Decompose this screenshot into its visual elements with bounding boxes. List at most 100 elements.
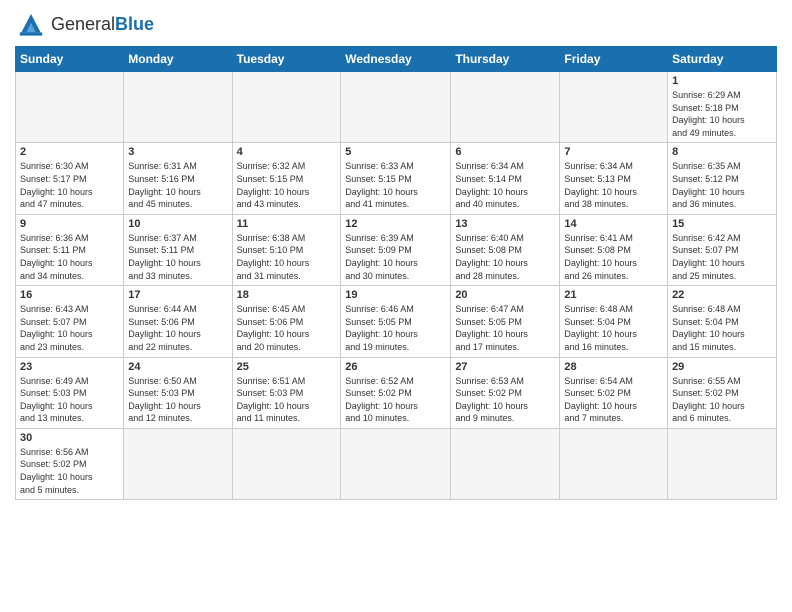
day-number: 3 — [128, 146, 227, 158]
calendar: SundayMondayTuesdayWednesdayThursdayFrid… — [15, 46, 777, 500]
day-info: Sunrise: 6:50 AM Sunset: 5:03 PM Dayligh… — [128, 375, 227, 425]
day-cell: 19 Sunrise: 6:46 AM Sunset: 5:05 PM Dayli… — [341, 286, 451, 357]
day-cell: 21 Sunrise: 6:48 AM Sunset: 5:04 PM Dayli… — [560, 286, 668, 357]
day-number: 10 — [128, 218, 227, 230]
week-row-2: 9 Sunrise: 6:36 AM Sunset: 5:11 PM Daylig… — [16, 214, 777, 285]
day-cell — [232, 72, 341, 143]
day-number: 29 — [672, 361, 772, 373]
day-info: Sunrise: 6:43 AM Sunset: 5:07 PM Dayligh… — [20, 303, 119, 353]
day-number: 17 — [128, 289, 227, 301]
day-cell — [124, 72, 232, 143]
day-info: Sunrise: 6:54 AM Sunset: 5:02 PM Dayligh… — [564, 375, 663, 425]
day-cell — [341, 428, 451, 499]
day-number: 14 — [564, 218, 663, 230]
day-number: 19 — [345, 289, 446, 301]
day-info: Sunrise: 6:56 AM Sunset: 5:02 PM Dayligh… — [20, 446, 119, 496]
day-cell — [560, 72, 668, 143]
day-number: 13 — [455, 218, 555, 230]
day-number: 28 — [564, 361, 663, 373]
day-info: Sunrise: 6:49 AM Sunset: 5:03 PM Dayligh… — [20, 375, 119, 425]
day-cell: 22 Sunrise: 6:48 AM Sunset: 5:04 PM Dayli… — [668, 286, 777, 357]
day-header-tuesday: Tuesday — [232, 47, 341, 72]
day-cell: 23Sunrise: 6:49 AM Sunset: 5:03 PM Dayli… — [16, 357, 124, 428]
day-info: Sunrise: 6:34 AM Sunset: 5:13 PM Dayligh… — [564, 160, 663, 210]
day-header-sunday: Sunday — [16, 47, 124, 72]
day-cell — [232, 428, 341, 499]
day-number: 2 — [20, 146, 119, 158]
day-info: Sunrise: 6:45 AM Sunset: 5:06 PM Dayligh… — [237, 303, 337, 353]
day-cell: 4Sunrise: 6:32 AM Sunset: 5:15 PM Daylig… — [232, 143, 341, 214]
day-number: 9 — [20, 218, 119, 230]
day-cell: 10 Sunrise: 6:37 AM Sunset: 5:11 PM Dayli… — [124, 214, 232, 285]
day-cell: 5 Sunrise: 6:33 AM Sunset: 5:15 PM Daylig… — [341, 143, 451, 214]
day-cell: 7 Sunrise: 6:34 AM Sunset: 5:13 PM Daylig… — [560, 143, 668, 214]
day-cell: 18Sunrise: 6:45 AM Sunset: 5:06 PM Dayli… — [232, 286, 341, 357]
day-cell: 3 Sunrise: 6:31 AM Sunset: 5:16 PM Daylig… — [124, 143, 232, 214]
day-info: Sunrise: 6:55 AM Sunset: 5:02 PM Dayligh… — [672, 375, 772, 425]
day-number: 20 — [455, 289, 555, 301]
day-header-saturday: Saturday — [668, 47, 777, 72]
day-info: Sunrise: 6:37 AM Sunset: 5:11 PM Dayligh… — [128, 232, 227, 282]
day-info: Sunrise: 6:48 AM Sunset: 5:04 PM Dayligh… — [564, 303, 663, 353]
day-cell: 8 Sunrise: 6:35 AM Sunset: 5:12 PM Daylig… — [668, 143, 777, 214]
day-number: 5 — [345, 146, 446, 158]
day-number: 11 — [237, 218, 337, 230]
day-info: Sunrise: 6:51 AM Sunset: 5:03 PM Dayligh… — [237, 375, 337, 425]
day-number: 12 — [345, 218, 446, 230]
day-info: Sunrise: 6:36 AM Sunset: 5:11 PM Dayligh… — [20, 232, 119, 282]
week-row-0: 1Sunrise: 6:29 AM Sunset: 5:18 PM Daylig… — [16, 72, 777, 143]
day-info: Sunrise: 6:53 AM Sunset: 5:02 PM Dayligh… — [455, 375, 555, 425]
day-cell: 25Sunrise: 6:51 AM Sunset: 5:03 PM Dayli… — [232, 357, 341, 428]
day-info: Sunrise: 6:46 AM Sunset: 5:05 PM Dayligh… — [345, 303, 446, 353]
day-cell: 9 Sunrise: 6:36 AM Sunset: 5:11 PM Daylig… — [16, 214, 124, 285]
day-info: Sunrise: 6:35 AM Sunset: 5:12 PM Dayligh… — [672, 160, 772, 210]
day-number: 6 — [455, 146, 555, 158]
day-cell: 20Sunrise: 6:47 AM Sunset: 5:05 PM Dayli… — [451, 286, 560, 357]
day-cell: 28 Sunrise: 6:54 AM Sunset: 5:02 PM Dayli… — [560, 357, 668, 428]
day-header-thursday: Thursday — [451, 47, 560, 72]
day-info: Sunrise: 6:33 AM Sunset: 5:15 PM Dayligh… — [345, 160, 446, 210]
day-number: 1 — [672, 75, 772, 87]
day-cell: 14 Sunrise: 6:41 AM Sunset: 5:08 PM Dayli… — [560, 214, 668, 285]
logo-text: GeneralBlue — [51, 14, 154, 35]
day-cell — [16, 72, 124, 143]
day-info: Sunrise: 6:52 AM Sunset: 5:02 PM Dayligh… — [345, 375, 446, 425]
day-cell: 30Sunrise: 6:56 AM Sunset: 5:02 PM Dayli… — [16, 428, 124, 499]
day-info: Sunrise: 6:42 AM Sunset: 5:07 PM Dayligh… — [672, 232, 772, 282]
day-number: 7 — [564, 146, 663, 158]
day-number: 15 — [672, 218, 772, 230]
day-info: Sunrise: 6:31 AM Sunset: 5:16 PM Dayligh… — [128, 160, 227, 210]
day-cell: 24Sunrise: 6:50 AM Sunset: 5:03 PM Dayli… — [124, 357, 232, 428]
day-header-friday: Friday — [560, 47, 668, 72]
day-cell: 2 Sunrise: 6:30 AM Sunset: 5:17 PM Daylig… — [16, 143, 124, 214]
day-cell: 26 Sunrise: 6:52 AM Sunset: 5:02 PM Dayli… — [341, 357, 451, 428]
week-row-1: 2 Sunrise: 6:30 AM Sunset: 5:17 PM Daylig… — [16, 143, 777, 214]
day-info: Sunrise: 6:48 AM Sunset: 5:04 PM Dayligh… — [672, 303, 772, 353]
week-row-5: 30Sunrise: 6:56 AM Sunset: 5:02 PM Dayli… — [16, 428, 777, 499]
day-number: 26 — [345, 361, 446, 373]
day-cell — [451, 72, 560, 143]
day-number: 8 — [672, 146, 772, 158]
day-info: Sunrise: 6:34 AM Sunset: 5:14 PM Dayligh… — [455, 160, 555, 210]
day-info: Sunrise: 6:41 AM Sunset: 5:08 PM Dayligh… — [564, 232, 663, 282]
day-header-monday: Monday — [124, 47, 232, 72]
day-number: 21 — [564, 289, 663, 301]
day-cell: 12Sunrise: 6:39 AM Sunset: 5:09 PM Dayli… — [341, 214, 451, 285]
day-cell — [341, 72, 451, 143]
day-cell — [560, 428, 668, 499]
day-info: Sunrise: 6:44 AM Sunset: 5:06 PM Dayligh… — [128, 303, 227, 353]
day-cell: 27 Sunrise: 6:53 AM Sunset: 5:02 PM Dayli… — [451, 357, 560, 428]
day-number: 16 — [20, 289, 119, 301]
day-cell: 11 Sunrise: 6:38 AM Sunset: 5:10 PM Dayli… — [232, 214, 341, 285]
logo-area: GeneralBlue — [15, 10, 154, 38]
day-info: Sunrise: 6:30 AM Sunset: 5:17 PM Dayligh… — [20, 160, 119, 210]
day-info: Sunrise: 6:40 AM Sunset: 5:08 PM Dayligh… — [455, 232, 555, 282]
day-number: 27 — [455, 361, 555, 373]
calendar-header-row: SundayMondayTuesdayWednesdayThursdayFrid… — [16, 47, 777, 72]
day-cell: 29 Sunrise: 6:55 AM Sunset: 5:02 PM Dayli… — [668, 357, 777, 428]
day-number: 22 — [672, 289, 772, 301]
day-info: Sunrise: 6:38 AM Sunset: 5:10 PM Dayligh… — [237, 232, 337, 282]
day-cell: 16 Sunrise: 6:43 AM Sunset: 5:07 PM Dayli… — [16, 286, 124, 357]
week-row-4: 23Sunrise: 6:49 AM Sunset: 5:03 PM Dayli… — [16, 357, 777, 428]
day-cell — [124, 428, 232, 499]
